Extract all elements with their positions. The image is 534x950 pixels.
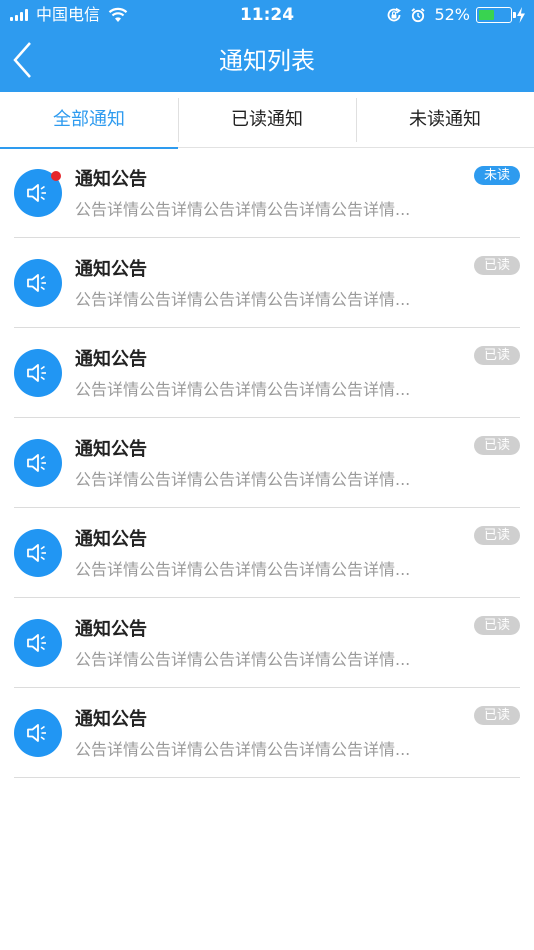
notification-desc: 公告详情公告详情公告详情公告详情公告详情...	[75, 560, 411, 579]
battery-percent: 52%	[434, 5, 470, 24]
notification-desc: 公告详情公告详情公告详情公告详情公告详情...	[75, 740, 411, 759]
status-badge: 已读	[473, 526, 520, 545]
alarm-icon	[411, 8, 426, 23]
notification-list: 通知公告 公告详情公告详情公告详情公告详情公告详情... 未读 通知公告 公告详…	[0, 148, 534, 778]
unread-dot	[51, 171, 61, 181]
speaker-icon	[27, 364, 46, 382]
notification-title: 通知公告	[75, 349, 147, 370]
speaker-icon	[27, 724, 46, 742]
tab-all-notifications[interactable]: 全部通知	[0, 92, 178, 149]
announcement-avatar	[14, 259, 62, 307]
speaker-icon	[27, 544, 46, 562]
announcement-avatar	[14, 619, 62, 667]
notification-title: 通知公告	[75, 529, 147, 550]
rotation-lock-icon	[388, 7, 402, 22]
status-badge: 已读	[473, 256, 520, 275]
charging-icon	[517, 7, 525, 23]
notification-item[interactable]: 通知公告 公告详情公告详情公告详情公告详情公告详情... 已读	[0, 598, 534, 688]
tab-bar: 全部通知 已读通知 未读通知	[0, 92, 534, 149]
notification-desc: 公告详情公告详情公告详情公告详情公告详情...	[75, 470, 411, 489]
status-badge: 已读	[473, 346, 520, 365]
tab-unread-notifications[interactable]: 未读通知	[356, 92, 534, 148]
notification-title: 通知公告	[75, 709, 147, 730]
notification-item[interactable]: 通知公告 公告详情公告详情公告详情公告详情公告详情... 已读	[0, 418, 534, 508]
status-right: 52%	[386, 5, 526, 25]
notification-item[interactable]: 通知公告 公告详情公告详情公告详情公告详情公告详情... 未读	[0, 148, 534, 238]
status-badge: 已读	[473, 436, 520, 455]
status-badge: 未读	[473, 166, 520, 185]
divider	[14, 777, 520, 778]
tab-label: 全部通知	[53, 109, 125, 130]
announcement-avatar	[14, 349, 62, 397]
notification-title: 通知公告	[75, 439, 147, 460]
notification-title: 通知公告	[75, 169, 147, 190]
status-badge: 已读	[473, 616, 520, 635]
notification-desc: 公告详情公告详情公告详情公告详情公告详情...	[75, 380, 411, 399]
notification-desc: 公告详情公告详情公告详情公告详情公告详情...	[75, 200, 411, 219]
notification-item[interactable]: 通知公告 公告详情公告详情公告详情公告详情公告详情... 已读	[0, 328, 534, 418]
announcement-avatar	[14, 709, 62, 757]
notification-item[interactable]: 通知公告 公告详情公告详情公告详情公告详情公告详情... 已读	[0, 688, 534, 778]
status-bar: 中国电信 11:24 52%	[0, 0, 534, 30]
notification-title: 通知公告	[75, 619, 147, 640]
notification-desc: 公告详情公告详情公告详情公告详情公告详情...	[75, 290, 411, 309]
app-header: 中国电信 11:24 52% 通知列表	[0, 0, 534, 92]
status-badge: 已读	[473, 706, 520, 725]
speaker-icon	[27, 274, 46, 292]
notification-desc: 公告详情公告详情公告详情公告详情公告详情...	[75, 650, 411, 669]
speaker-icon	[27, 634, 46, 652]
speaker-icon	[27, 184, 46, 202]
page-title: 通知列表	[219, 47, 315, 75]
tab-read-notifications[interactable]: 已读通知	[178, 92, 356, 148]
notification-item[interactable]: 通知公告 公告详情公告详情公告详情公告详情公告详情... 已读	[0, 508, 534, 598]
announcement-avatar	[14, 529, 62, 577]
announcement-avatar	[14, 439, 62, 487]
notification-title: 通知公告	[75, 259, 147, 280]
notification-item[interactable]: 通知公告 公告详情公告详情公告详情公告详情公告详情... 已读	[0, 238, 534, 328]
tab-label: 已读通知	[231, 109, 303, 130]
battery-icon	[476, 7, 516, 23]
tab-label: 未读通知	[409, 109, 481, 130]
speaker-icon	[27, 454, 46, 472]
